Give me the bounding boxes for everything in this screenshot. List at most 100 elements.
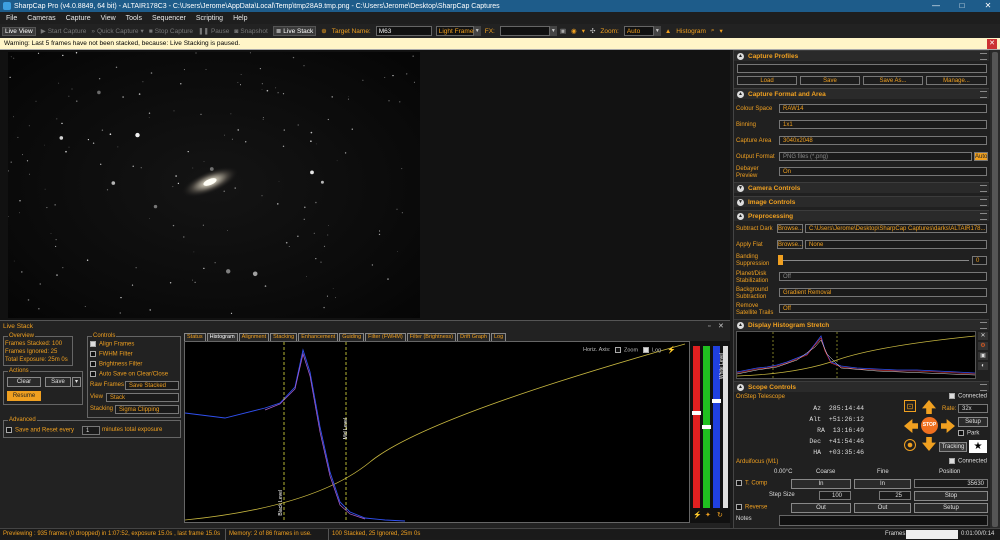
west-arrow-icon[interactable]: [904, 419, 918, 433]
reverse-checkbox[interactable]: Reverse: [736, 504, 767, 511]
contrast-icon[interactable]: ◐: [978, 362, 988, 370]
colour-space-select[interactable]: RAW14: [779, 104, 987, 113]
notes-input[interactable]: [779, 515, 988, 526]
coarse-out-button[interactable]: Out: [791, 503, 851, 513]
scope-connected-checkbox[interactable]: Connected: [949, 393, 987, 400]
background-select[interactable]: Gradient Removal: [779, 288, 987, 297]
stop-capture-button[interactable]: ■ Stop Capture: [149, 28, 193, 35]
menu-tools[interactable]: Tools: [126, 15, 142, 22]
view-select[interactable]: Stack: [106, 393, 179, 402]
capture-format-header[interactable]: ▲ Capture Format and Area: [734, 88, 989, 99]
clear-button[interactable]: Clear: [7, 377, 41, 387]
banding-value[interactable]: 0: [972, 256, 987, 265]
north-arrow-icon[interactable]: [922, 400, 936, 414]
tab-status[interactable]: Status: [184, 333, 206, 341]
target-name-input[interactable]: M63: [375, 26, 432, 36]
coarse-in-button[interactable]: In: [791, 479, 851, 489]
binning-select[interactable]: 1x1: [779, 120, 987, 129]
banding-slider-handle[interactable]: [778, 255, 783, 265]
satellite-select[interactable]: Off: [779, 304, 987, 313]
tab-histogram[interactable]: Histogram: [206, 333, 238, 341]
debayer-select[interactable]: On: [779, 167, 987, 176]
blue-handle[interactable]: [712, 399, 721, 403]
raw-frames-select[interactable]: Save Stacked: [125, 381, 179, 390]
menu-scripting[interactable]: Scripting: [196, 15, 223, 22]
display-histogram-chart[interactable]: [736, 331, 976, 379]
camera-controls-header[interactable]: ▼ Camera Controls: [734, 182, 989, 193]
south-arrow-icon[interactable]: [922, 437, 936, 451]
fine-out-button[interactable]: Out: [854, 503, 911, 513]
record-icon[interactable]: ◉: [571, 27, 577, 35]
fine-step-input[interactable]: 25: [879, 491, 911, 500]
park-checkbox[interactable]: Park: [958, 430, 979, 437]
fx-settings-icon[interactable]: ▣: [560, 27, 566, 35]
save-stretch-icon[interactable]: ▣: [978, 352, 988, 360]
scope-controls-header[interactable]: ▲ Scope Controls: [734, 381, 989, 392]
flat-select[interactable]: None: [805, 240, 987, 249]
resume-button[interactable]: Resume: [7, 391, 41, 401]
display-histogram-header[interactable]: ▲ Display Histogram Stretch: [734, 319, 989, 330]
profile-save-button[interactable]: Save: [800, 76, 860, 85]
preprocessing-header[interactable]: ▲ Preprocessing: [734, 210, 989, 221]
maximize-button[interactable]: □: [950, 0, 974, 12]
align-frames-checkbox[interactable]: Align Frames: [90, 341, 134, 348]
zoom-dropdown[interactable]: ▼: [653, 26, 661, 36]
lightning-icon[interactable]: ⚡: [667, 346, 676, 354]
stacking-select[interactable]: Sigma Clipping: [115, 405, 179, 414]
fx-dropdown[interactable]: ▼: [549, 26, 557, 36]
frame-type-select[interactable]: Light Frames: [435, 26, 477, 36]
profile-manage-button[interactable]: Manage...: [926, 76, 987, 85]
dark-path-select[interactable]: C:\Users\Jerome\Desktop\SharpCap Capture…: [805, 224, 987, 233]
scope-stop-button[interactable]: STOP: [921, 417, 938, 434]
output-format-select[interactable]: PNG files (*.png): [779, 152, 972, 161]
park-position-icon[interactable]: [904, 439, 916, 451]
tab-drift-graph[interactable]: Drift Graph: [457, 333, 490, 341]
settings-icon[interactable]: ✦: [705, 511, 711, 519]
menu-icon[interactable]: [980, 199, 987, 206]
brightness-filter-checkbox[interactable]: Brightness Filter: [90, 361, 142, 368]
profile-select[interactable]: [737, 64, 987, 73]
coarse-step-input[interactable]: 100: [819, 491, 851, 500]
save-reset-input[interactable]: 1: [82, 426, 100, 435]
menu-view[interactable]: View: [101, 15, 116, 22]
rate-select[interactable]: 32x: [958, 404, 988, 413]
astro-image[interactable]: [7, 52, 420, 318]
profile-save-as-button[interactable]: Save As...: [863, 76, 923, 85]
focuser-setup-button[interactable]: Setup: [914, 503, 988, 513]
fx-select[interactable]: [499, 26, 550, 36]
frame-type-dropdown[interactable]: ▼: [473, 26, 481, 36]
green-handle[interactable]: [702, 425, 711, 429]
tab-enhancement[interactable]: Enhancement: [298, 333, 339, 341]
dark-browse-button[interactable]: Browse...: [777, 224, 803, 233]
lightning-icon[interactable]: ⚡: [693, 511, 702, 519]
start-capture-button[interactable]: ▶ Start Capture: [41, 27, 87, 36]
menu-help[interactable]: Help: [233, 15, 247, 22]
zoom-checkbox[interactable]: Zoom: [615, 347, 638, 353]
scope-setup-button[interactable]: Setup: [958, 417, 988, 427]
undock-icon[interactable]: ▫: [708, 323, 710, 330]
profile-load-button[interactable]: Load: [737, 76, 797, 85]
right-panel-scrollbar[interactable]: [990, 50, 1000, 539]
menu-icon[interactable]: [980, 91, 987, 98]
image-controls-header[interactable]: ▼ Image Controls: [734, 196, 989, 207]
menu-sequencer[interactable]: Sequencer: [152, 15, 186, 22]
red-handle[interactable]: [692, 411, 701, 415]
east-arrow-icon[interactable]: [941, 419, 955, 433]
flat-browse-button[interactable]: Browse...: [777, 240, 803, 249]
fine-in-button[interactable]: In: [854, 479, 911, 489]
star-icon[interactable]: ★: [969, 440, 987, 453]
tab-stacking[interactable]: Stacking: [270, 333, 298, 341]
menu-capture[interactable]: Capture: [66, 15, 91, 22]
banding-slider-track[interactable]: [779, 260, 969, 261]
warning-close-button[interactable]: ✕: [987, 39, 997, 49]
stack-histogram-chart[interactable]: Black Level Mid Level Horiz. Axis: Zoom …: [184, 341, 690, 523]
quick-capture-button[interactable]: » Quick Capture ▾: [91, 27, 143, 36]
live-view-button[interactable]: Live View: [2, 26, 36, 36]
tab-filter-brightness[interactable]: Filter (Brightness): [406, 333, 457, 341]
goto-icon[interactable]: ⊡: [904, 400, 916, 412]
snapshot-button[interactable]: ◙ Snapshot: [234, 28, 267, 35]
capture-profiles-header[interactable]: ▲ Capture Profiles: [734, 50, 989, 61]
tracking-button[interactable]: Tracking: [939, 442, 967, 452]
menu-icon[interactable]: [980, 185, 987, 192]
live-stack-button[interactable]: ≣ Live Stack: [272, 26, 317, 36]
